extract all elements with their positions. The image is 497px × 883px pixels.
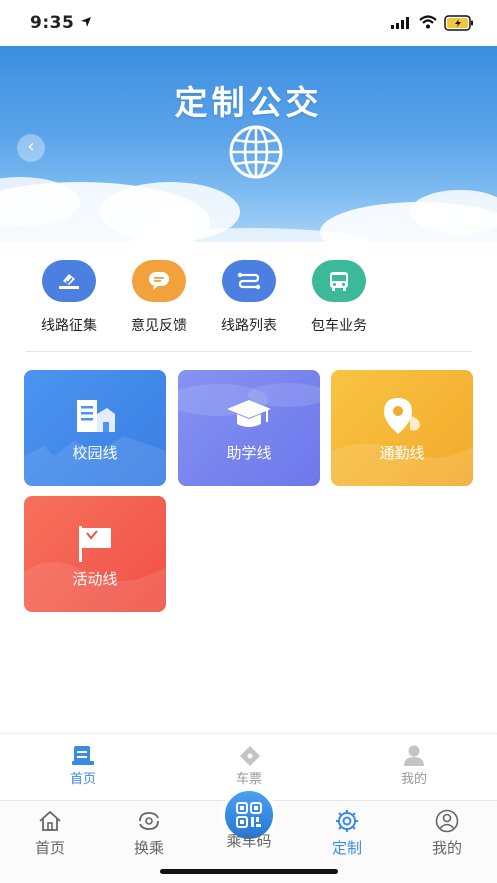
location-pin-icon [384, 398, 420, 434]
bottom-tab-label: 定制 [331, 839, 362, 857]
bottom-tab-transfer[interactable]: 换乘 [109, 809, 189, 858]
location-arrow-icon [81, 17, 91, 27]
bus-icon [312, 260, 366, 302]
battery-icon [444, 15, 473, 31]
route-card-event[interactable]: 活动线 [24, 496, 166, 612]
inner-tab-ticket[interactable]: 车票 [209, 742, 289, 787]
quick-actions: 线路征集 意见反馈 线路列表 包车业务 [0, 242, 497, 352]
home-indicator [160, 869, 338, 874]
quick-action-route-collection[interactable]: 线路征集 [29, 260, 109, 335]
ticket-icon [240, 746, 260, 766]
route-card-commute[interactable]: 通勤线 [331, 370, 473, 486]
qr-code-icon [236, 802, 262, 828]
bottom-tab-label: 首页 [34, 839, 65, 857]
bottom-tab-mine[interactable]: 我的 [407, 809, 487, 858]
inner-tab-label: 车票 [235, 772, 262, 787]
quick-action-feedback[interactable]: 意见反馈 [119, 260, 199, 335]
flag-icon [79, 526, 111, 562]
person-icon [435, 809, 459, 833]
quick-action-label: 线路征集 [41, 318, 97, 334]
route-card-label: 助学线 [226, 444, 272, 462]
banner-title: 定制公交 [174, 83, 323, 122]
status-time: 9:35 [30, 13, 75, 33]
route-card-label: 校园线 [72, 444, 118, 462]
house-icon [39, 810, 61, 831]
route-icon [222, 260, 276, 302]
bottom-tab-home[interactable]: 首页 [10, 809, 90, 858]
inner-tab-label: 我的 [400, 772, 427, 787]
bottom-tab-label: 换乘 [133, 839, 164, 857]
bottom-tab-label: 我的 [431, 839, 462, 857]
graduation-cap-icon [227, 400, 271, 427]
route-card-label: 活动线 [72, 570, 118, 588]
quick-action-route-list[interactable]: 线路列表 [209, 260, 289, 335]
wifi-icon [419, 15, 437, 29]
inner-tab-home[interactable]: 首页 [43, 742, 123, 787]
user-icon [404, 745, 424, 766]
school-building-icon [77, 400, 115, 432]
quick-action-label: 线路列表 [221, 318, 277, 334]
status-bar: 9:35 [0, 0, 497, 46]
inner-tab-mine[interactable]: 我的 [374, 742, 454, 787]
banner: 定制公交 ‹ [0, 46, 497, 242]
transfer-icon [139, 812, 159, 830]
quick-action-label: 包车业务 [311, 318, 367, 334]
custom-gear-icon [336, 810, 358, 832]
bottom-tab-label: 乘车码 [226, 832, 272, 850]
route-card-study-aid[interactable]: 助学线 [178, 370, 320, 486]
divider [26, 351, 472, 352]
bottom-tab-custom[interactable]: 定制 [307, 809, 387, 858]
cellular-signal-icon [391, 17, 409, 29]
quick-action-charter-bus[interactable]: 包车业务 [299, 260, 379, 335]
chat-bubble-icon [132, 260, 186, 302]
route-card-campus[interactable]: 校园线 [24, 370, 166, 486]
route-card-label: 通勤线 [379, 444, 425, 462]
cloud-decoration [0, 177, 497, 242]
inner-tab-label: 首页 [69, 772, 96, 787]
quick-action-label: 意见反馈 [131, 318, 187, 334]
home-list-icon [72, 746, 94, 765]
vote-icon [42, 260, 96, 302]
